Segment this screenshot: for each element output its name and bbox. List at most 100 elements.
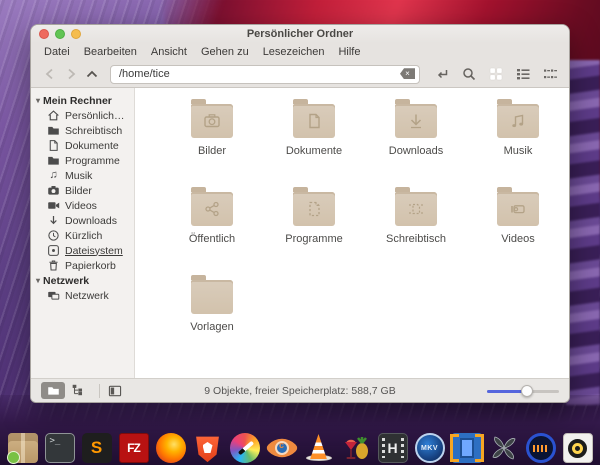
statusbar: 9 Objekte, freier Speicherplatz: 588,7 G… [31,378,569,402]
folder-musik[interactable]: Musik [467,98,569,170]
menu-gehen-zu[interactable]: Gehen zu [194,46,256,58]
share-emblem-icon [191,192,233,226]
folder-icon [293,99,335,138]
file-manager-window: Persönlicher Ordner Datei Bearbeiten Ans… [30,24,570,403]
zoom-slider[interactable] [487,384,559,397]
folder-videos[interactable]: Videos [467,186,569,258]
dock-xnview-icon[interactable]: c [264,431,299,465]
wallpaper-right-layers [566,60,600,405]
menu-hilfe[interactable]: Hilfe [331,46,367,58]
sidebar-item-recent[interactable]: Kürzlich [31,228,134,243]
sidebar-item-home[interactable]: Persönlich… [31,108,134,123]
folder-icon [191,187,233,226]
dock-brave-icon[interactable] [196,436,219,463]
toolbar-view-buttons [430,64,561,84]
music-emblem-icon [497,104,539,138]
folder-vorlagen[interactable]: Vorlagen [161,274,263,346]
folder-bilder[interactable]: Bilder [161,98,263,170]
dock-vlc-icon[interactable] [304,433,334,463]
dock-firefox-icon[interactable] [155,433,186,463]
sidebar: ▾ Mein Rechner Persönlich… Schreibtisch … [31,88,135,378]
camera-emblem-icon [191,104,233,138]
dock-krita-icon[interactable] [229,433,260,463]
folder-schreibtisch[interactable]: Schreibtisch [365,186,467,258]
up-button[interactable] [81,64,102,84]
search-icon[interactable] [457,64,480,84]
menu-lesezeichen[interactable]: Lesezeichen [256,46,332,58]
window-body: ▾ Mein Rechner Persönlich… Schreibtisch … [31,88,569,378]
video-emblem-icon [497,192,539,226]
folder-icon [191,99,233,138]
location-input[interactable] [110,64,420,84]
folder-icon [395,99,437,138]
sidebar-item-trash[interactable]: Papierkorb [31,258,134,273]
zoom-slider-handle[interactable] [520,384,533,397]
dashed-document-emblem-icon [293,192,335,226]
document-emblem-icon [293,104,335,138]
sidebar-item-filesystem[interactable]: Dateisystem [31,243,134,258]
folder-icon [47,154,60,167]
folder-icon [395,187,437,226]
menu-datei[interactable]: Datei [37,46,77,58]
dock-h-video-icon[interactable]: H [377,433,408,463]
dock-filezilla-icon[interactable]: FZ [118,433,149,463]
download-emblem-icon [395,104,437,138]
sidebar-item-programs[interactable]: Programme [31,153,134,168]
sidebar-item-music[interactable]: ♫ Musik [31,168,134,183]
folder-icon [497,187,539,226]
menu-bearbeiten[interactable]: Bearbeiten [77,46,144,58]
folder-icon [497,99,539,138]
network-icon [47,289,60,302]
icon-view-button[interactable] [484,64,507,84]
dock-terminal-icon[interactable]: >_ [44,433,75,463]
folder-oeffentlich[interactable]: Öffentlich [161,186,263,258]
sidebar-item-desktop[interactable]: Schreibtisch [31,123,134,138]
sidebar-item-videos[interactable]: Videos [31,198,134,213]
music-icon: ♫ [49,169,58,181]
folder-grid: Bilder Dokumente Downloads Musik Öffentl… [161,98,569,346]
sidebar-item-downloads[interactable]: Downloads [31,213,134,228]
desktop: Persönlicher Ordner Datei Bearbeiten Ans… [0,0,600,465]
sidebar-section-network[interactable]: ▾ Netzwerk [31,273,134,288]
download-icon [47,214,60,227]
back-button[interactable] [39,64,60,84]
folder-icon [47,124,60,137]
location-bar: × [110,64,420,84]
chevron-down-icon: ▾ [36,276,41,285]
home-icon [47,109,60,122]
window-title: Persönlicher Ordner [246,28,354,40]
dock-audacious-icon[interactable] [562,433,593,463]
trash-icon [47,259,60,272]
dock-handbrake-icon[interactable] [341,433,371,463]
folder-icon [293,187,335,226]
compact-view-button[interactable] [538,64,561,84]
folder-downloads[interactable]: Downloads [365,98,467,170]
list-view-button[interactable] [511,64,534,84]
camera-icon [47,184,60,197]
dashed-desktop-emblem-icon [395,192,437,226]
disk-icon [47,244,60,257]
menubar: Datei Bearbeiten Ansicht Gehen zu Leseze… [31,43,569,61]
menu-ansicht[interactable]: Ansicht [144,46,194,58]
dock: >_ S FZ c H MKV [0,431,600,465]
sidebar-item-network[interactable]: Netzwerk [31,288,134,303]
dock-mkvtoolnix-icon[interactable]: MKV [414,433,445,463]
toolbar: × [31,61,569,88]
sidebar-section-computer[interactable]: ▾ Mein Rechner [31,93,134,108]
folder-dokumente[interactable]: Dokumente [263,98,365,170]
dock-audacity-icon[interactable] [525,433,556,463]
folder-programme[interactable]: Programme [263,186,365,258]
document-icon [47,139,60,152]
enter-location-icon[interactable] [430,64,453,84]
forward-button[interactable] [60,64,81,84]
dock-package-box-icon[interactable] [6,433,38,464]
folder-view[interactable]: Bilder Dokumente Downloads Musik Öffentl… [135,88,569,378]
sidebar-item-documents[interactable]: Dokumente [31,138,134,153]
clock-icon [47,229,60,242]
chevron-down-icon: ▾ [36,96,41,105]
sidebar-item-pictures[interactable]: Bilder [31,183,134,198]
dock-pinwheel-video-icon[interactable] [489,433,519,463]
dock-sublime-text-icon[interactable]: S [81,433,112,463]
titlebar[interactable]: Persönlicher Ordner [31,25,569,43]
dock-avidemux-icon[interactable] [449,433,484,463]
